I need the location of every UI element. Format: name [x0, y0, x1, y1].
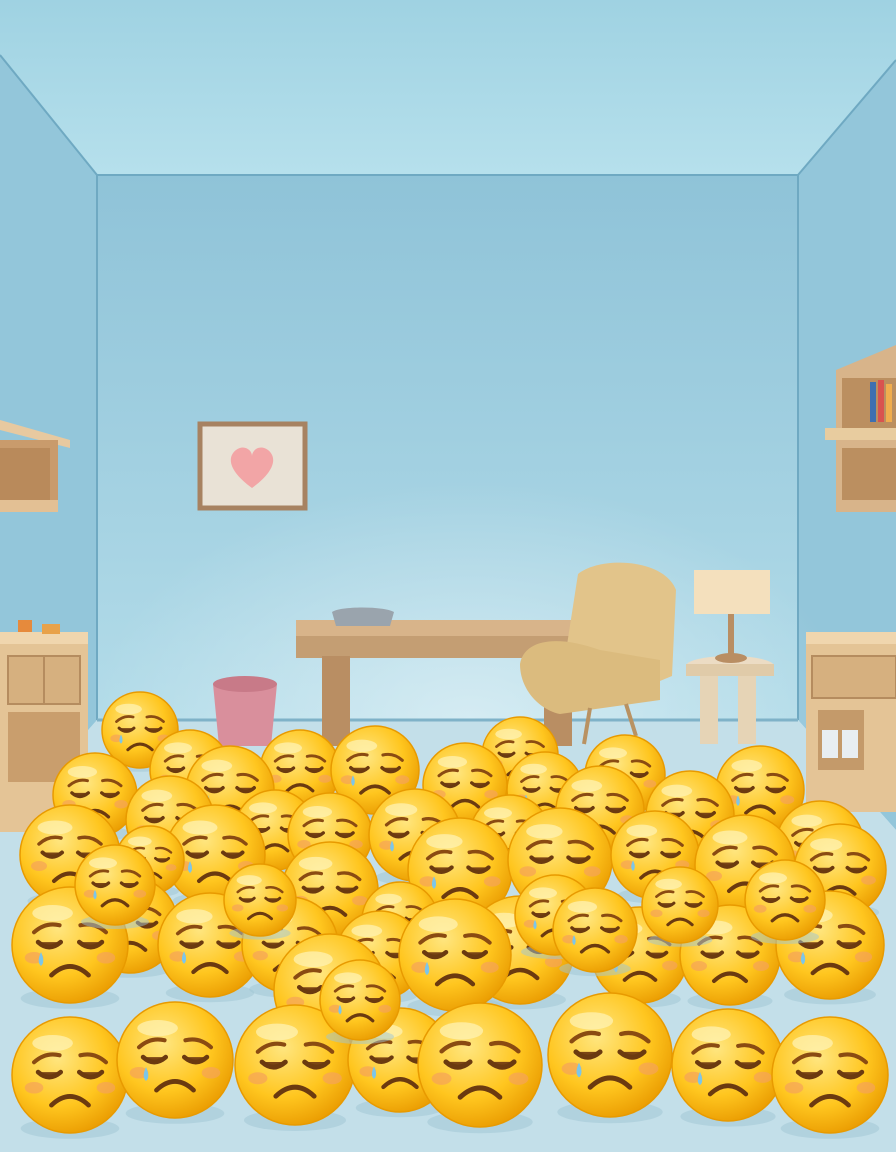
right-dresser — [806, 632, 896, 812]
room-scene — [0, 0, 896, 1152]
ceiling — [0, 0, 896, 175]
sad-emoji-pile — [11, 691, 889, 1139]
framed-heart-picture — [197, 421, 308, 511]
waste-bin — [213, 676, 277, 746]
